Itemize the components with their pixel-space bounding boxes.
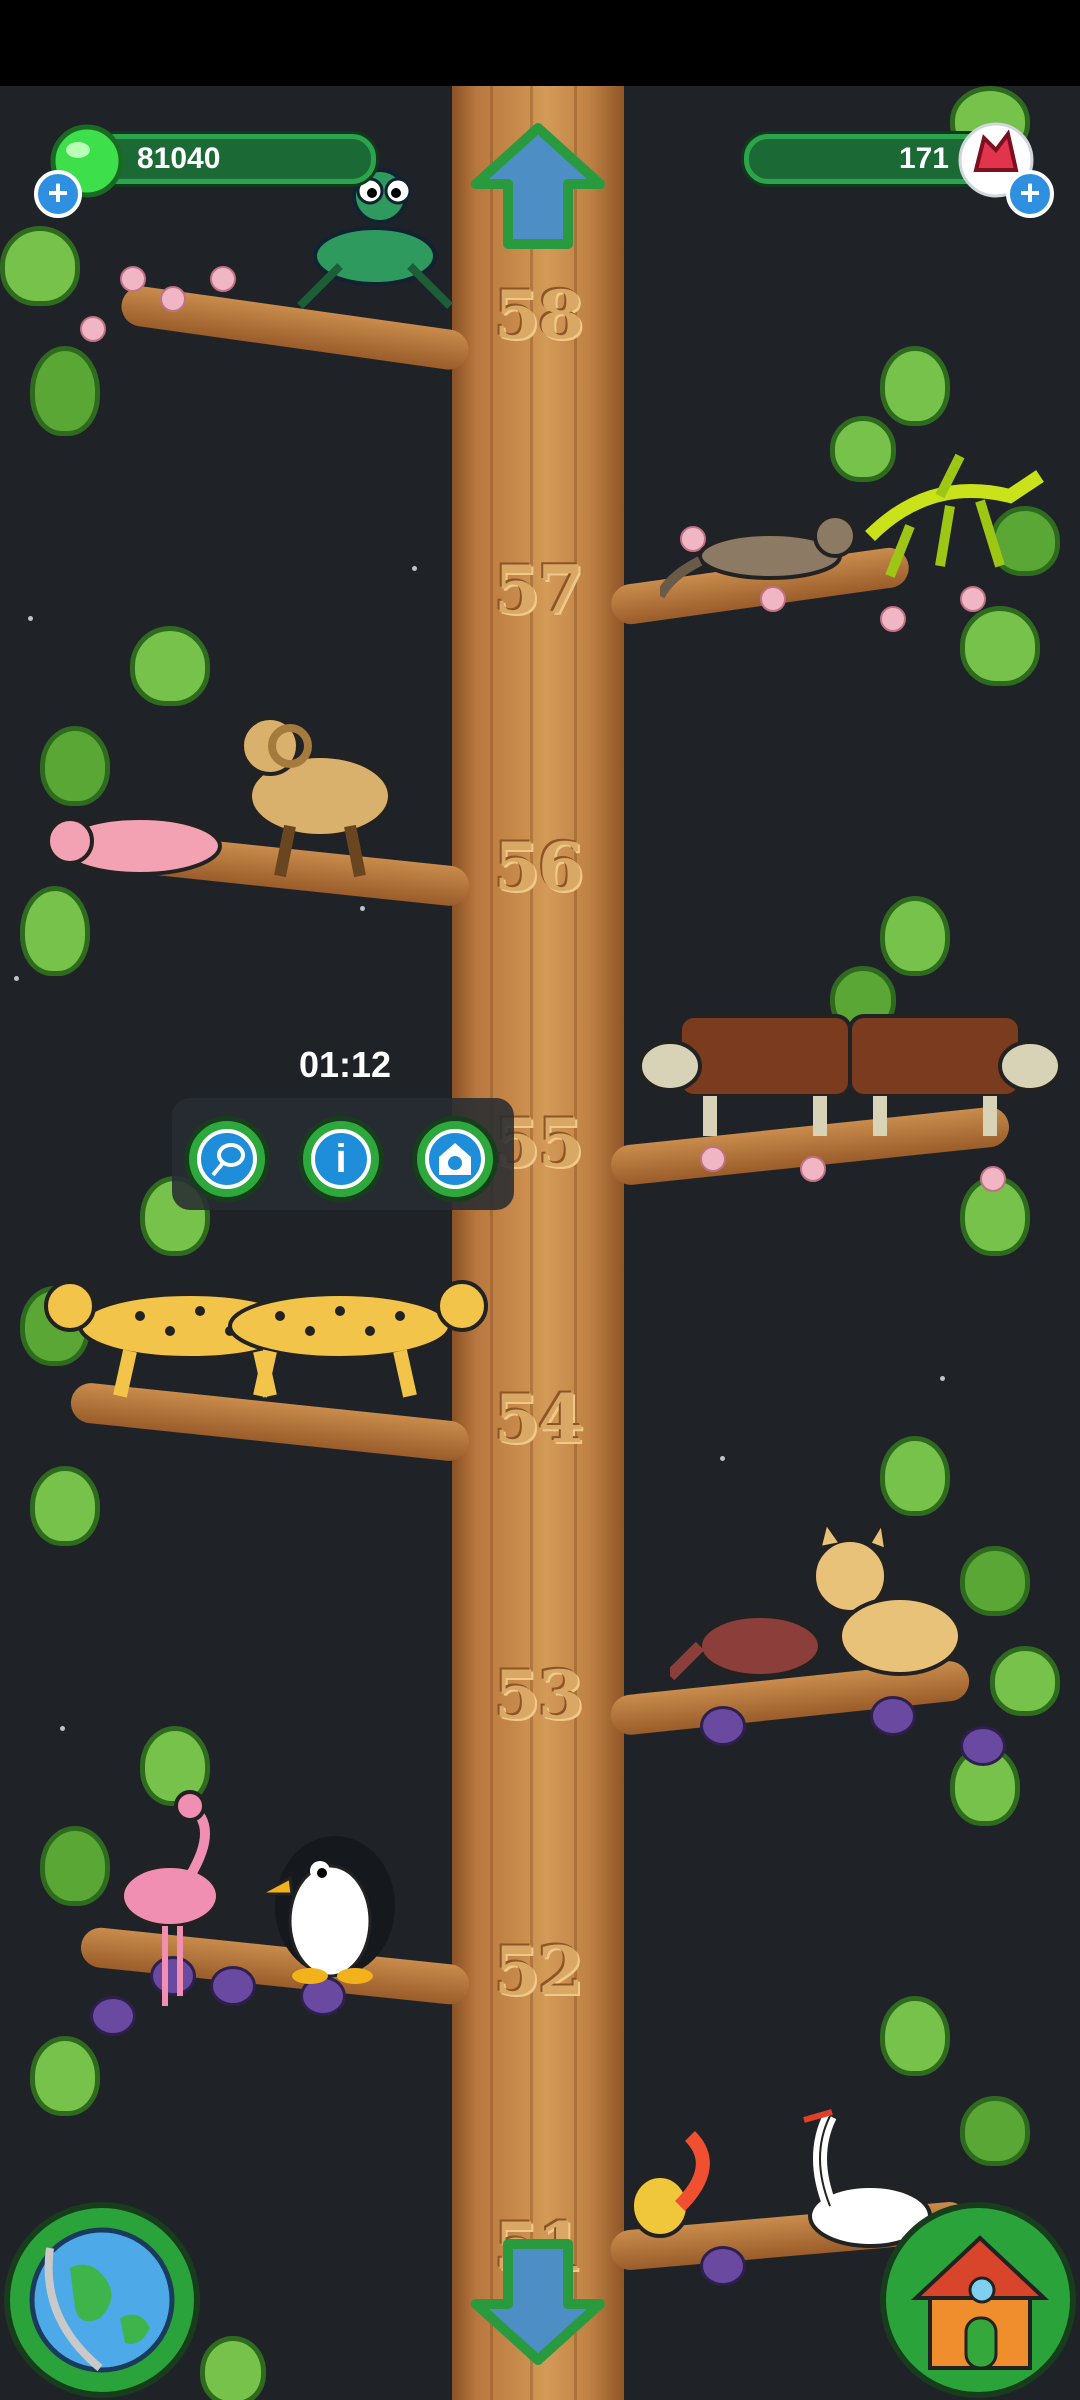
- weasel[interactable]: [660, 496, 870, 606]
- coins-value: 81040: [137, 142, 221, 175]
- info-button[interactable]: i: [298, 1116, 384, 1202]
- flower: [210, 266, 236, 292]
- catch-button[interactable]: [184, 1116, 270, 1202]
- leaf: [200, 2336, 266, 2400]
- leaf: [30, 2036, 100, 2116]
- flower: [880, 606, 906, 632]
- tree-scene[interactable]: 58 57 56 55 54 53 52 51: [0, 86, 1080, 2400]
- plum: [700, 2246, 746, 2286]
- down-arrow-icon: [471, 2239, 605, 2365]
- flower: [700, 1146, 726, 1172]
- flamingo[interactable]: [110, 1786, 240, 2016]
- bighorn-sheep[interactable]: [210, 686, 410, 886]
- leaf: [880, 1996, 950, 2076]
- net-icon: [197, 1129, 257, 1189]
- leaf: [960, 606, 1040, 686]
- timer-label: 01:12: [298, 1044, 392, 1085]
- leafy-sea-dragon[interactable]: [850, 436, 1050, 596]
- scroll-up-button[interactable]: [470, 122, 606, 252]
- leaf: [880, 1436, 950, 1516]
- scroll-down-button[interactable]: [470, 2236, 606, 2366]
- status-bar: [0, 0, 1080, 86]
- cow[interactable]: [840, 996, 1070, 1146]
- star: [28, 616, 33, 621]
- level-58: 58: [494, 276, 584, 354]
- add-gems-button[interactable]: +: [1006, 170, 1054, 218]
- shelter-button[interactable]: [412, 1116, 498, 1202]
- action-popup: i: [172, 1098, 514, 1210]
- cow[interactable]: [630, 996, 860, 1146]
- add-coins-button[interactable]: +: [34, 170, 82, 218]
- leaf: [40, 1826, 110, 1906]
- lynx[interactable]: [790, 1526, 970, 1706]
- leaf: [130, 626, 210, 706]
- tree-trunk: [452, 86, 624, 2400]
- level-53: 53: [494, 1656, 584, 1734]
- flower: [800, 1156, 826, 1182]
- leaf: [880, 896, 950, 976]
- leaf: [20, 886, 90, 976]
- squirrel[interactable]: [620, 2126, 720, 2246]
- mole-rat[interactable]: [40, 796, 230, 886]
- penguin[interactable]: [250, 1816, 410, 1986]
- house-icon: [910, 2235, 1050, 2370]
- star: [720, 1456, 725, 1461]
- globe-icon: [29, 2227, 175, 2373]
- level-56: 56: [494, 828, 584, 906]
- leaf: [960, 1546, 1030, 1616]
- leaf: [990, 1646, 1060, 1716]
- star: [60, 1726, 65, 1731]
- coins-counter: 81040: [92, 134, 376, 184]
- plum: [960, 1726, 1006, 1766]
- leaf: [30, 1466, 100, 1546]
- world-map-button[interactable]: [4, 2202, 200, 2398]
- plum: [700, 1706, 746, 1746]
- home-button[interactable]: [880, 2202, 1076, 2398]
- up-arrow-icon: [471, 123, 605, 249]
- star: [940, 1376, 945, 1381]
- level-52: 52: [494, 1932, 584, 2010]
- leaf: [30, 346, 100, 436]
- leaf: [960, 2096, 1030, 2166]
- leaf: [880, 346, 950, 426]
- leaf: [40, 726, 110, 806]
- shelter-icon: [425, 1129, 485, 1189]
- flower: [980, 1166, 1006, 1192]
- cheetah[interactable]: [200, 1256, 490, 1406]
- flower: [120, 266, 146, 292]
- star: [412, 566, 417, 571]
- info-icon: i: [311, 1129, 371, 1189]
- flower: [80, 316, 106, 342]
- star: [360, 906, 365, 911]
- star: [14, 976, 19, 981]
- flower: [160, 286, 186, 312]
- gems-value: 171: [898, 142, 949, 175]
- leaf: [0, 226, 80, 306]
- level-57: 57: [494, 551, 584, 629]
